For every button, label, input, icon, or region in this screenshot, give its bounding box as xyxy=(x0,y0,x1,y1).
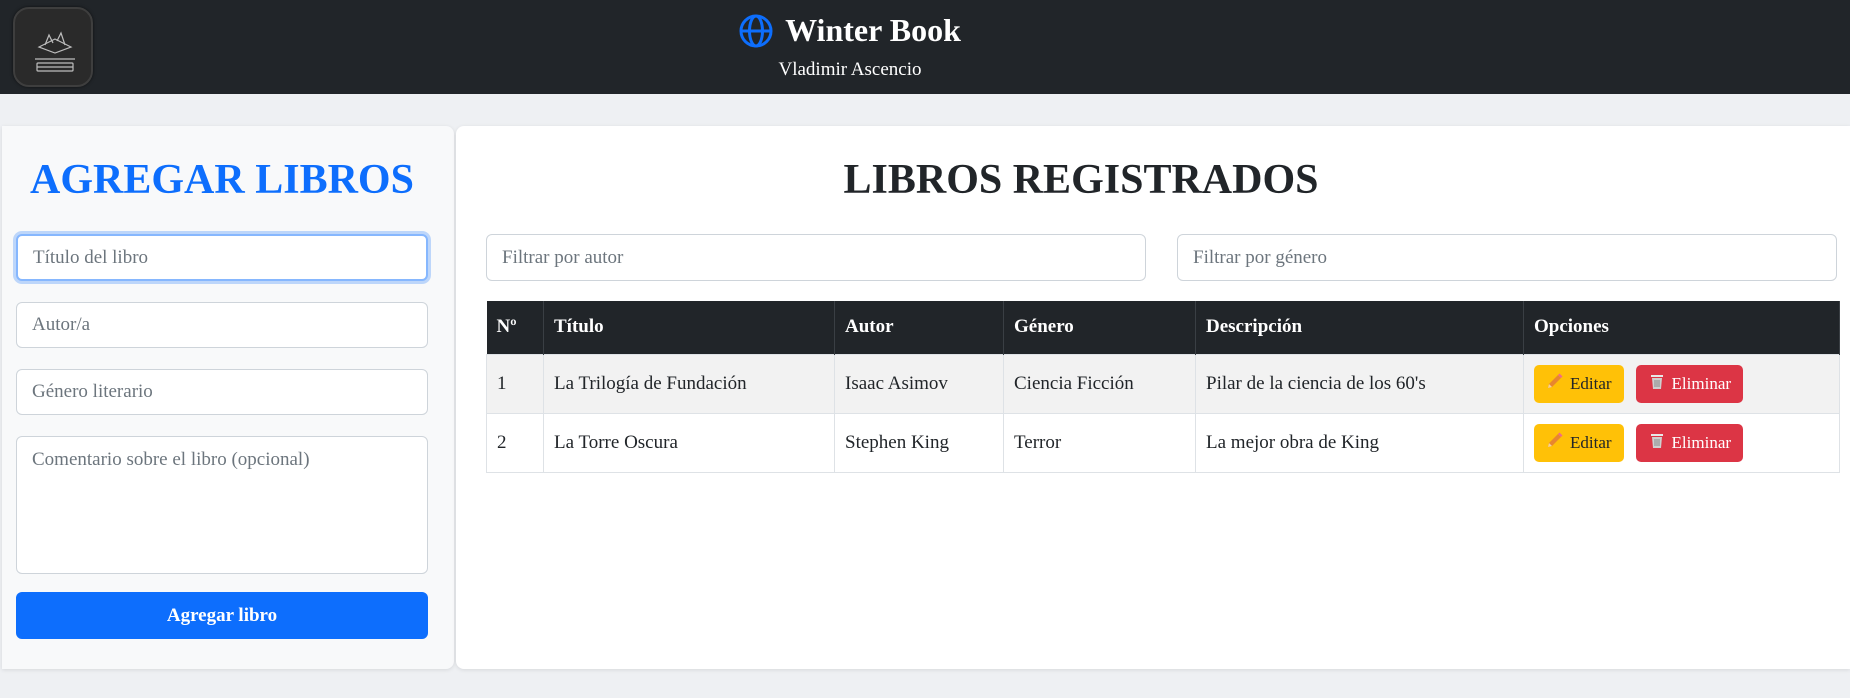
row-genre: Terror xyxy=(1003,412,1196,473)
delete-button[interactable]: Eliminar xyxy=(1635,364,1744,403)
books-table: Nº Título Autor Género Descripción Opcio… xyxy=(486,301,1840,473)
row-options: Editar Eliminar xyxy=(1523,412,1840,473)
pencil-icon xyxy=(1546,431,1564,454)
brand-title: Winter Book xyxy=(785,12,961,48)
row-title: La Torre Oscura xyxy=(543,412,835,473)
row-options: Editar Eliminar xyxy=(1523,353,1840,414)
table-header-row: Nº Título Autor Género Descripción Opcio… xyxy=(486,301,1840,354)
book-title-input[interactable] xyxy=(16,234,428,281)
row-genre: Ciencia Ficción xyxy=(1003,353,1196,414)
row-number: 1 xyxy=(486,353,544,414)
column-header-author: Autor xyxy=(834,301,1004,354)
row-title: La Trilogía de Fundación xyxy=(543,353,835,414)
edit-button[interactable]: Editar xyxy=(1534,364,1624,403)
trash-icon xyxy=(1648,431,1666,454)
genre-input[interactable] xyxy=(16,369,428,415)
registered-books-title: LIBROS REGISTRADOS xyxy=(843,157,1319,203)
column-header-description: Descripción xyxy=(1195,301,1524,354)
delete-button[interactable]: Eliminar xyxy=(1635,423,1744,462)
delete-button-label: Eliminar xyxy=(1671,432,1732,452)
row-author: Isaac Asimov xyxy=(834,353,1004,414)
add-book-panel: AGREGAR LIBROS Agregar libro xyxy=(2,126,454,669)
table-row: 2 La Torre Oscura Stephen King Terror La… xyxy=(486,412,1840,473)
author-input[interactable] xyxy=(16,302,428,348)
add-books-title: AGREGAR LIBROS xyxy=(30,157,414,203)
column-header-genre: Género xyxy=(1003,301,1196,354)
pencil-icon xyxy=(1546,372,1564,395)
navbar: Winter Book Vladimir Ascencio xyxy=(0,0,1850,94)
row-number: 2 xyxy=(486,412,544,473)
brand: Winter Book xyxy=(0,12,1700,49)
author-subtitle: Vladimir Ascencio xyxy=(778,59,922,80)
comment-textarea[interactable] xyxy=(16,436,428,574)
edit-button-label: Editar xyxy=(1570,432,1612,452)
row-description: Pilar de la ciencia de los 60's xyxy=(1195,353,1524,414)
delete-button-label: Eliminar xyxy=(1671,373,1732,393)
column-header-number: Nº xyxy=(486,301,544,354)
filter-genre-input[interactable] xyxy=(1177,234,1837,281)
globe-icon xyxy=(739,14,773,48)
column-header-title: Título xyxy=(543,301,835,354)
edit-button-label: Editar xyxy=(1570,373,1612,393)
add-book-button[interactable]: Agregar libro xyxy=(16,592,428,639)
table-row: 1 La Trilogía de Fundación Isaac Asimov … xyxy=(486,353,1840,414)
books-list-panel: LIBROS REGISTRADOS Nº Título Autor Géner… xyxy=(456,126,1850,669)
row-author: Stephen King xyxy=(834,412,1004,473)
trash-icon xyxy=(1648,372,1666,395)
column-header-options: Opciones xyxy=(1523,301,1840,354)
row-description: La mejor obra de King xyxy=(1195,412,1524,473)
edit-button[interactable]: Editar xyxy=(1534,423,1624,462)
filter-author-input[interactable] xyxy=(486,234,1146,281)
